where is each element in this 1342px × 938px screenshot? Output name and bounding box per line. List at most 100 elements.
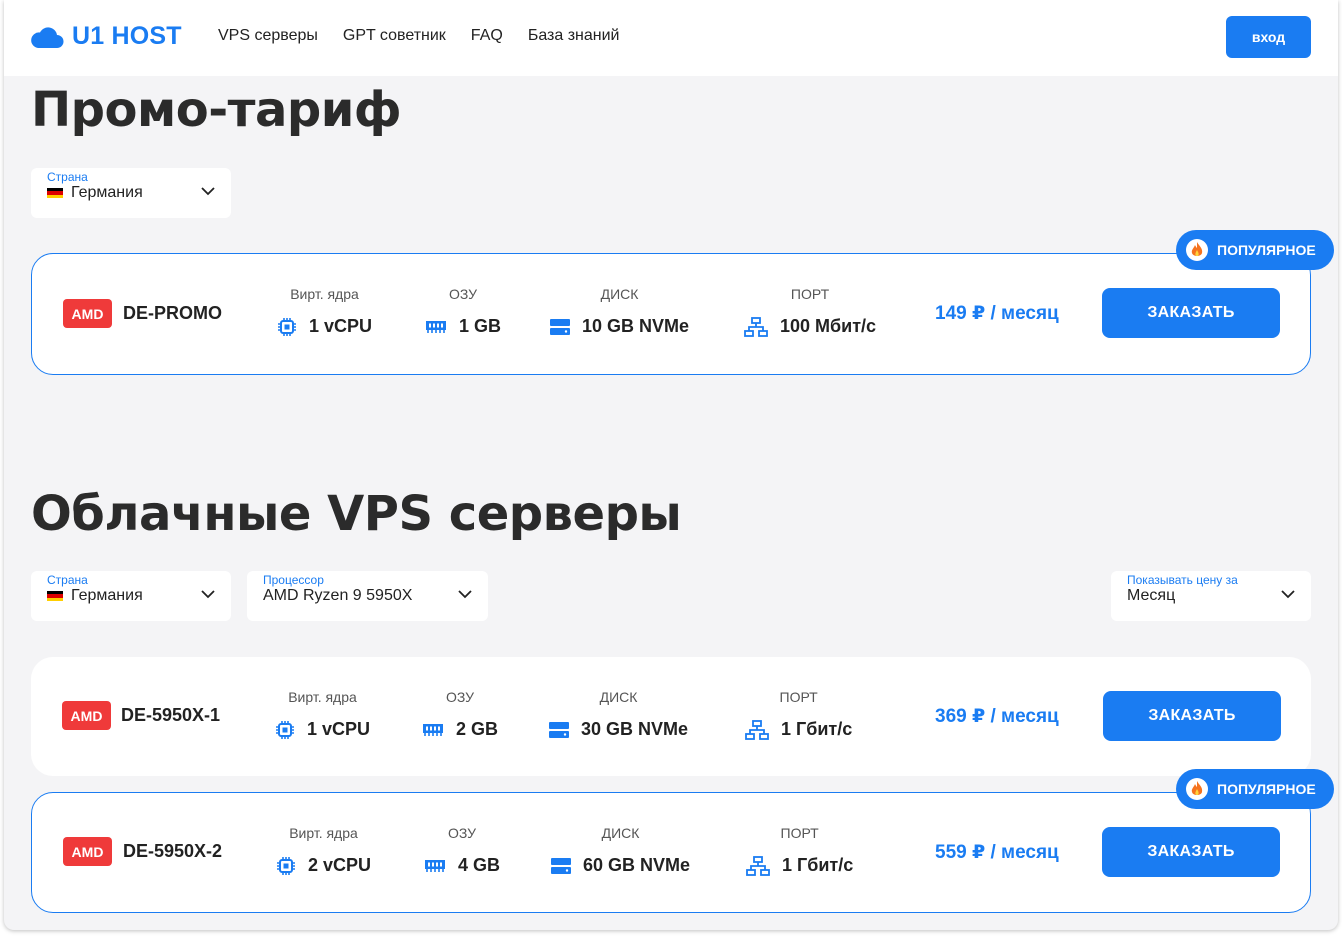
spec-ram: ОЗУ 4 GB xyxy=(424,825,500,876)
disk-icon xyxy=(551,857,571,874)
popular-badge-label: ПОПУЛЯРНОЕ xyxy=(1217,242,1316,258)
chevron-down-icon xyxy=(1281,590,1295,599)
spec-disk-value: 60 GB NVMe xyxy=(583,855,691,875)
popular-badge: ПОПУЛЯРНОЕ xyxy=(1176,769,1334,809)
spec-cpu-label: Вирт. ядра xyxy=(288,689,357,705)
promo-title: Промо-тариф xyxy=(31,82,401,138)
header: U1 HOST VPS серверы GPT советник FAQ Баз… xyxy=(4,0,1338,76)
country-select-label: Страна xyxy=(47,573,88,587)
login-button[interactable]: вход xyxy=(1226,16,1311,58)
spec-port: ПОРТ 100 Мбит/с xyxy=(744,286,876,337)
main-nav: VPS серверы GPT советник FAQ База знаний xyxy=(218,27,645,45)
spec-disk: ДИСК 10 GB NVMe xyxy=(550,286,689,337)
nav-faq[interactable]: FAQ xyxy=(471,27,503,45)
cpu-icon xyxy=(278,317,296,336)
spec-ram-value: 2 GB xyxy=(456,719,499,739)
chevron-down-icon xyxy=(201,187,215,196)
spec-port-value: 1 Гбит/с xyxy=(782,855,854,875)
fire-icon xyxy=(1186,239,1208,261)
spec-port-label: ПОРТ xyxy=(780,825,819,841)
disk-icon xyxy=(550,318,570,335)
logo[interactable]: U1 HOST xyxy=(30,22,182,51)
nav-knowledge-base[interactable]: База знаний xyxy=(528,27,620,45)
disk-icon xyxy=(549,721,569,738)
page: U1 HOST VPS серверы GPT советник FAQ Баз… xyxy=(4,0,1338,930)
country-select-value: Германия xyxy=(71,587,143,604)
vps-title: Облачные VPS серверы xyxy=(31,486,682,542)
germany-flag-icon xyxy=(47,187,63,199)
spec-port: ПОРТ 1 Гбит/с xyxy=(745,689,852,740)
cpu-icon xyxy=(276,720,294,739)
plan-name: DE-PROMO xyxy=(123,303,222,323)
spec-disk-value: 30 GB NVMe xyxy=(581,719,689,739)
spec-disk-label: ДИСК xyxy=(601,825,640,841)
spec-cpu-label: Вирт. ядра xyxy=(289,825,358,841)
spec-cpu-label: Вирт. ядра xyxy=(290,286,359,302)
price-period-select[interactable]: Показывать цену за Месяц xyxy=(1111,571,1311,621)
order-button[interactable]: ЗАКАЗАТЬ xyxy=(1103,691,1281,741)
spec-ram-label: ОЗУ xyxy=(445,689,475,705)
plan-card-de-5950x-2: AMD DE-5950X-2 Вирт. ядра 2 vCPU ОЗУ 4 G… xyxy=(31,792,1311,913)
plan-price: 559 ₽ / месяц xyxy=(935,842,1059,863)
cpu-select-label: Процессор xyxy=(263,573,324,587)
country-select-label: Страна xyxy=(47,170,88,184)
chevron-down-icon xyxy=(458,590,472,599)
spec-disk-value: 10 GB NVMe xyxy=(582,316,690,336)
spec-port-value: 1 Гбит/с xyxy=(781,719,853,739)
spec-ram-label: ОЗУ xyxy=(448,286,478,302)
spec-ram: ОЗУ 2 GB xyxy=(422,689,498,740)
spec-cpu: Вирт. ядра 1 vCPU xyxy=(275,689,370,740)
spec-disk-label: ДИСК xyxy=(600,286,639,302)
chevron-down-icon xyxy=(201,590,215,599)
plan-card-de-5950x-1: AMD DE-5950X-1 Вирт. ядра 1 vCPU ОЗУ 2 G… xyxy=(31,657,1311,776)
amd-badge: AMD xyxy=(62,701,111,730)
spec-port-label: ПОРТ xyxy=(779,689,818,705)
germany-flag-icon xyxy=(47,590,63,602)
spec-ram-label: ОЗУ xyxy=(447,825,477,841)
spec-cpu-value: 1 vCPU xyxy=(307,719,371,739)
cloud-icon xyxy=(31,26,64,48)
amd-badge: AMD xyxy=(63,837,112,866)
cpu-select-value: AMD Ryzen 9 5950X xyxy=(263,587,413,604)
amd-badge: AMD xyxy=(63,299,112,328)
network-icon xyxy=(744,316,768,337)
spec-port: ПОРТ 1 Гбит/с xyxy=(746,825,853,876)
spec-ram: ОЗУ 1 GB xyxy=(425,286,501,337)
spec-cpu: Вирт. ядра 2 vCPU xyxy=(276,825,371,876)
plan-name: DE-5950X-1 xyxy=(121,705,221,725)
spec-ram-value: 4 GB xyxy=(458,855,501,875)
plan-price: 149 ₽ / месяц xyxy=(935,303,1059,324)
fire-icon xyxy=(1186,778,1208,800)
vps-country-select[interactable]: Страна Германия xyxy=(31,571,231,621)
spec-port-value: 100 Мбит/с xyxy=(780,316,877,336)
order-button[interactable]: ЗАКАЗАТЬ xyxy=(1102,827,1280,877)
spec-cpu-value: 2 vCPU xyxy=(308,855,372,875)
network-icon xyxy=(745,719,769,740)
nav-vps-servers[interactable]: VPS серверы xyxy=(218,27,318,45)
cpu-select[interactable]: Процессор AMD Ryzen 9 5950X xyxy=(247,571,488,621)
ram-icon xyxy=(423,723,443,736)
spec-port-label: ПОРТ xyxy=(790,286,830,302)
ram-icon xyxy=(425,859,445,872)
nav-gpt-advisor[interactable]: GPT советник xyxy=(343,27,446,45)
logo-text: U1 HOST xyxy=(72,22,182,50)
spec-cpu-value: 1 vCPU xyxy=(309,316,373,336)
plan-name: DE-5950X-2 xyxy=(123,841,223,861)
order-button[interactable]: ЗАКАЗАТЬ xyxy=(1102,288,1280,338)
spec-disk: ДИСК 60 GB NVMe xyxy=(551,825,690,876)
popular-badge-label: ПОПУЛЯРНОЕ xyxy=(1217,781,1316,797)
spec-cpu: Вирт. ядра 1 vCPU xyxy=(277,286,372,337)
spec-ram-value: 1 GB xyxy=(459,316,502,336)
price-period-label: Показывать цену за xyxy=(1127,573,1238,587)
network-icon xyxy=(746,855,770,876)
spec-disk: ДИСК 30 GB NVMe xyxy=(549,689,688,740)
ram-icon xyxy=(426,320,446,333)
price-period-value: Месяц xyxy=(1127,587,1176,604)
country-select-value: Германия xyxy=(71,184,143,201)
promo-country-select[interactable]: Страна Германия xyxy=(31,168,231,218)
spec-disk-label: ДИСК xyxy=(599,689,638,705)
plan-price: 369 ₽ / месяц xyxy=(935,706,1059,727)
cpu-icon xyxy=(277,856,295,875)
plan-card-de-promo: AMD DE-PROMO Вирт. ядра 1 vCPU ОЗУ 1 GB … xyxy=(31,253,1311,375)
popular-badge: ПОПУЛЯРНОЕ xyxy=(1176,230,1334,270)
